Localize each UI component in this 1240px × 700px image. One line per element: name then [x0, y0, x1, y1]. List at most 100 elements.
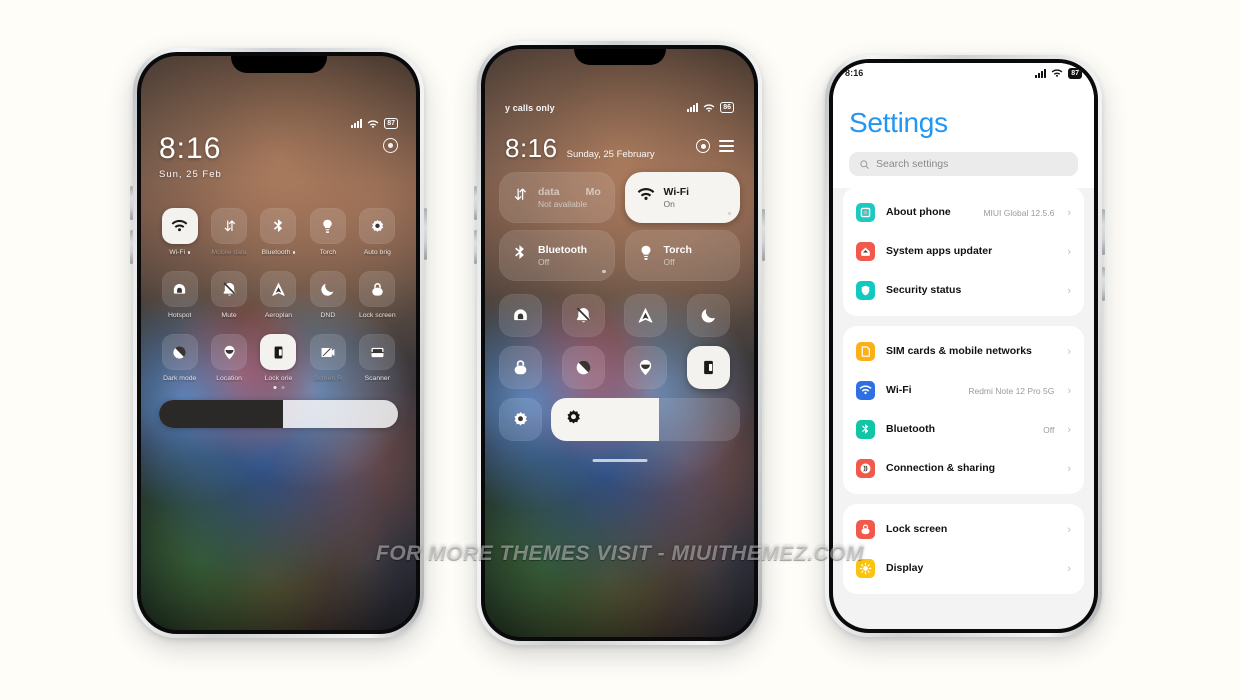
phone-1-tile-dark-mode[interactable]: Dark mode: [155, 334, 204, 382]
phone-3-settings-list[interactable]: About phone MIUI Global 12.5.6 › System app…: [833, 187, 1094, 629]
lock-orientation-icon: [274, 346, 283, 358]
phone-2-status-icons: 86: [687, 102, 734, 113]
settings-row-security-status[interactable]: Security status ›: [843, 271, 1084, 310]
phone-1-tile-torch[interactable]: Torch: [303, 208, 352, 256]
chevron-right-icon: ›: [1067, 284, 1071, 297]
chevron-right-icon: ›: [1067, 206, 1071, 219]
phone-2-quick-tile-moon-dnd[interactable]: [686, 294, 730, 337]
phone-1-battery-badge: 87: [384, 118, 398, 129]
phone-2-brightness-slider[interactable]: [551, 398, 740, 441]
phone-2-quick-tile-dark-mode[interactable]: [561, 346, 605, 389]
tile-name: Bluetooth: [538, 243, 587, 256]
row-label: About phone: [886, 205, 951, 218]
settings-row-about-phone[interactable]: About phone MIUI Global 12.5.6 ›: [843, 193, 1084, 232]
settings-row-connection-sharing[interactable]: Connection & sharing ›: [843, 449, 1084, 488]
phone-2-date: Sunday, 25 February: [566, 149, 655, 160]
phone-1-tile-wi-fi[interactable]: Wi-Fi: [155, 208, 204, 256]
phone-1-tile-bluetooth[interactable]: Bluetooth: [254, 208, 303, 256]
page-dot-2[interactable]: [281, 386, 284, 389]
phone-2-quick-tile-location-pin[interactable]: [624, 346, 667, 389]
settings-row-wi-fi[interactable]: Wi-Fi Redmi Note 12 Pro 5G ›: [843, 371, 1084, 410]
torch-icon: [641, 245, 650, 260]
tile-icon-box: [260, 271, 297, 307]
phone-2-tile-data[interactable]: data Mo Not available: [499, 172, 615, 223]
phone-2-power-button[interactable]: [762, 209, 765, 261]
settings-row-system-apps-updater[interactable]: System apps updater ›: [843, 232, 1084, 271]
phone-2-volume-down-button[interactable]: [474, 230, 477, 264]
phone-2-small-tiles: [499, 294, 740, 389]
phone-2-status-bar: y calls only 86: [485, 102, 754, 113]
tile-label: Lock orie: [264, 375, 293, 382]
phone-1-tile-lock-screen[interactable]: Lock screen: [353, 271, 402, 319]
phone-2-quick-tile-hotspot[interactable]: [499, 294, 542, 337]
settings-gear-icon[interactable]: [696, 139, 710, 153]
settings-group-2: SIM cards & mobile networks › Wi-Fi Redmi N…: [843, 326, 1084, 494]
phone-3-screen: 8:16 87 Settings Search settings About p…: [833, 63, 1094, 629]
phone-2-quick-tile-mute-bell[interactable]: [561, 294, 605, 337]
phone-1-tile-screen-r[interactable]: Screen R: [303, 334, 352, 382]
row-icon-box: [856, 281, 875, 300]
dark-mode-icon: [576, 360, 590, 375]
settings-row-sim-cards-mobile-networks[interactable]: SIM cards & mobile networks ›: [843, 332, 1084, 371]
phone-1-volume-down-button[interactable]: [130, 230, 133, 264]
phone-2-quick-tile-lock[interactable]: [499, 346, 542, 389]
phone-3-power-button[interactable]: [1102, 209, 1105, 255]
phone-1-page-indicator: [273, 386, 284, 389]
phone-2-tile-bluetooth[interactable]: Bluetooth Off: [499, 230, 615, 281]
settings-row-display[interactable]: Display ›: [843, 549, 1084, 588]
phone-1-tile-hotspot[interactable]: Hotspot: [155, 271, 204, 319]
phone-1-brightness-slider[interactable]: [159, 400, 398, 428]
brightness-icon: [564, 408, 583, 432]
phone-2-home-indicator[interactable]: [592, 459, 647, 462]
page-dot-1[interactable]: [273, 386, 276, 389]
phone-1-tile-dnd[interactable]: DND: [303, 271, 352, 319]
phone-2-notch: [573, 49, 666, 65]
lock-icon: [372, 282, 383, 296]
phone-3-volume-button[interactable]: [1102, 267, 1105, 301]
phone-2-quick-tile-lock-orientation[interactable]: [686, 346, 730, 389]
settings-gear-icon[interactable]: [383, 138, 398, 153]
tile-label: Aeroplan: [264, 312, 293, 319]
phone-1-volume-up-button[interactable]: [130, 186, 133, 220]
phone-1-tile-mobile-data[interactable]: Mobile data: [204, 208, 253, 256]
tile-label: Screen R: [313, 375, 343, 382]
auto-brightness-icon-tile[interactable]: [499, 398, 542, 441]
phone-2-tile-torch[interactable]: Torch Off: [624, 230, 740, 281]
phone-1-tile-location[interactable]: Location: [204, 334, 253, 382]
tile-status-dot: [727, 211, 731, 215]
settings-row-lock-screen[interactable]: Lock screen ›: [843, 510, 1084, 549]
menu-lines-icon[interactable]: [719, 140, 734, 152]
phone-1-tile-aeroplan[interactable]: Aeroplan: [254, 271, 303, 319]
moon-dnd-icon: [321, 283, 334, 296]
signal-bars-icon: [687, 103, 699, 112]
tile-label: Auto brig: [363, 249, 391, 256]
phone-1-tile-auto-brig[interactable]: Auto brig: [353, 208, 402, 256]
settings-row-bluetooth[interactable]: Bluetooth Off ›: [843, 410, 1084, 449]
tile-icon-box: [211, 271, 248, 307]
chevron-right-icon: ›: [1067, 245, 1071, 258]
battery-level-text: 87: [1071, 69, 1079, 77]
row-label: Security status: [886, 283, 962, 296]
signal-bars-icon: [1035, 68, 1047, 78]
search-input[interactable]: Search settings: [849, 152, 1078, 176]
tile-icon-box: [161, 271, 198, 307]
phone-3: 8:16 87 Settings Search settings About p…: [825, 55, 1105, 637]
scanner-icon: [371, 347, 384, 357]
security-shield-icon: [861, 285, 870, 296]
phone-2-battery-badge: 86: [720, 102, 734, 113]
phone-2-volume-up-button[interactable]: [474, 186, 477, 220]
phone-1-tile-mute[interactable]: Mute: [204, 271, 253, 319]
phone-1-power-button[interactable]: [424, 208, 427, 260]
phone-1-time: 8:16: [159, 132, 222, 165]
screen-record-icon: [321, 347, 335, 357]
row-icon-box: [856, 520, 875, 539]
phone-2-quick-tile-aeroplane[interactable]: [624, 294, 667, 337]
phone-1-clock: 8:16 Sun, 25 Feb: [159, 132, 222, 181]
row-label: Wi-Fi: [886, 383, 912, 396]
phone-1-tile-lock-orie[interactable]: Lock orie: [254, 334, 303, 382]
phone-1-tile-scanner[interactable]: Scanner: [353, 334, 402, 382]
tile-text: Torch Off: [664, 244, 692, 268]
phone-2-tile-wi-fi[interactable]: Wi-Fi On: [624, 172, 740, 223]
phone-1-bezel: 87 8:16 Sun, 25 Feb Wi-Fi Mobile data Blue…: [137, 52, 420, 634]
tile-icon-box: [309, 208, 346, 244]
